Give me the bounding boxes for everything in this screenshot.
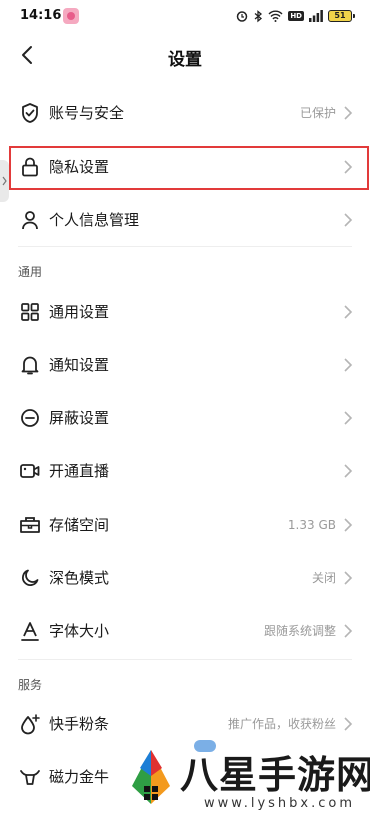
settings-row-font-size[interactable]: 字体大小 跟随系统调整 [0, 605, 370, 657]
settings-row-personal-info[interactable]: 个人信息管理 [0, 194, 370, 246]
row-label: 存储空间 [49, 516, 110, 534]
row-label: 个人信息管理 [49, 211, 140, 229]
watermark-logo-icon [132, 750, 170, 804]
status-time: 14:16 [20, 8, 62, 23]
chevron-right-icon [344, 305, 353, 319]
row-value: 推广作品，收获粉丝 [227, 717, 336, 731]
row-label: 通知设置 [49, 356, 110, 374]
section-label-services: 服务 [18, 678, 43, 692]
settings-row-notifications[interactable]: 通知设置 [0, 339, 370, 391]
signal-icon [309, 10, 323, 22]
watermark: 八星手游网 www.lyshbx.com [120, 738, 370, 822]
bell-icon [19, 354, 41, 376]
status-bar: 14:16 HD 51 [0, 0, 370, 32]
row-value: 已保护 [299, 106, 336, 120]
wifi-icon [268, 10, 283, 22]
chevron-right-icon [344, 464, 353, 478]
section-divider [18, 659, 352, 660]
moon-icon [19, 567, 41, 589]
settings-row-live[interactable]: 开通直播 [0, 445, 370, 497]
row-label: 字体大小 [49, 622, 110, 640]
settings-row-account-security[interactable]: 账号与安全 已保护 [0, 87, 370, 139]
chevron-right-icon [344, 717, 353, 731]
row-label: 开通直播 [49, 462, 110, 480]
chevron-right-icon [344, 358, 353, 372]
nav-bar: 设置 [0, 32, 370, 78]
grid-icon [19, 301, 41, 323]
row-label: 快手粉条 [49, 715, 110, 733]
settings-row-privacy[interactable]: 隐私设置 [0, 141, 370, 193]
row-label: 隐私设置 [49, 158, 110, 176]
row-label: 屏蔽设置 [49, 409, 110, 427]
chevron-right-icon [344, 106, 353, 120]
chevron-right-icon [344, 160, 353, 174]
chevron-right-icon [344, 571, 353, 585]
section-label-general: 通用 [18, 265, 43, 279]
settings-row-general[interactable]: 通用设置 [0, 286, 370, 338]
page-title: 设置 [168, 50, 202, 70]
row-label: 磁力金牛 [49, 768, 110, 786]
section-divider [18, 246, 352, 247]
row-label: 通用设置 [49, 303, 110, 321]
row-value: 1.33 GB [287, 518, 336, 532]
watermark-title: 八星手游网 [180, 753, 370, 797]
bluetooth-icon [254, 9, 263, 22]
hd-badge: HD [288, 11, 304, 21]
chevron-right-icon [344, 213, 353, 227]
row-value: 关闭 [311, 571, 336, 585]
row-value: 跟随系统调整 [263, 624, 336, 638]
settings-row-storage[interactable]: 存储空间 1.33 GB [0, 499, 370, 551]
settings-row-dark-mode[interactable]: 深色模式 关闭 [0, 552, 370, 604]
row-label: 账号与安全 [49, 104, 125, 122]
shield-check-icon [19, 102, 41, 124]
bull-icon [19, 766, 41, 788]
settings-row-block[interactable]: 屏蔽设置 [0, 392, 370, 444]
chevron-right-icon [344, 518, 353, 532]
block-icon [19, 407, 41, 429]
chevron-right-icon [344, 411, 353, 425]
alarm-icon [237, 11, 248, 22]
battery-indicator: 51 [328, 10, 355, 22]
chevron-right-icon [344, 624, 353, 638]
notification-app-icon [63, 8, 79, 24]
video-camera-icon [19, 460, 41, 482]
row-label: 深色模式 [49, 569, 110, 587]
font-size-icon [19, 620, 41, 642]
drop-plus-icon [19, 713, 41, 735]
storage-box-icon [19, 514, 41, 536]
status-icons: HD 51 [236, 8, 355, 24]
person-icon [19, 209, 41, 231]
lock-icon [19, 156, 41, 178]
watermark-url: www.lyshbx.com [204, 796, 355, 811]
